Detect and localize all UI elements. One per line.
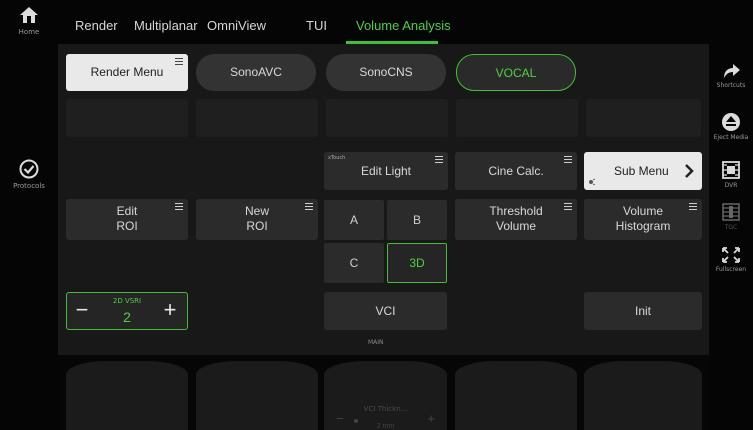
shortcuts-label: Shortcuts xyxy=(716,82,746,89)
tab-omniview[interactable]: OmniView xyxy=(207,18,266,33)
quad-a-label: A xyxy=(349,213,358,227)
quad-3d-label: 3D xyxy=(409,256,425,270)
tab-volume-analysis[interactable]: Volume Analysis xyxy=(356,18,451,33)
threshold-label-line1: Threshold xyxy=(489,204,543,218)
new-roi-label-line1: New xyxy=(244,204,269,218)
dvr-button[interactable]: DVR xyxy=(709,160,753,189)
menu-icon xyxy=(175,203,183,210)
dial-slot xyxy=(455,361,577,430)
main-panel: Render Menu SonoAVC SonoCNS VOCAL xTouch… xyxy=(58,44,709,355)
vocal-label: VOCAL xyxy=(495,66,537,80)
dial-slot xyxy=(196,361,318,430)
protocols-button[interactable]: Protocols xyxy=(0,158,58,190)
new-roi-button[interactable]: New ROI xyxy=(196,199,318,240)
eject-label: Eject Media xyxy=(713,134,749,141)
vci-button[interactable]: VCI xyxy=(324,292,447,330)
fullscreen-button[interactable]: Fullscreen xyxy=(709,246,753,273)
histogram-label-line1: Volume xyxy=(622,204,664,218)
home-label: Home xyxy=(18,28,40,36)
main-label: MAIN xyxy=(368,339,384,346)
cine-calc-label: Cine Calc. xyxy=(488,164,544,178)
increment-button[interactable]: + xyxy=(159,298,181,322)
protocols-label: Protocols xyxy=(13,182,45,190)
render-menu-button[interactable]: Render Menu xyxy=(66,54,188,91)
tab-tui[interactable]: TUI xyxy=(306,18,327,33)
histogram-label-line2: Histogram xyxy=(615,219,671,233)
film-icon xyxy=(722,161,740,179)
menu-icon xyxy=(435,156,443,163)
empty-slot xyxy=(586,99,701,137)
sub-menu-button[interactable]: Sub Menu xyxy=(584,152,702,190)
menu-icon xyxy=(305,203,313,210)
edit-roi-button[interactable]: Edit ROI xyxy=(66,199,188,240)
tab-render[interactable]: Render xyxy=(75,18,118,33)
init-label: Init xyxy=(634,304,651,318)
tab-multiplanar[interactable]: Multiplanar xyxy=(134,18,198,33)
empty-slot xyxy=(196,99,318,137)
fullscreen-icon xyxy=(722,247,740,263)
sub-menu-label: Sub Menu xyxy=(614,164,669,178)
home-icon xyxy=(20,7,38,23)
edit-roi-label-line2: ROI xyxy=(116,219,138,233)
eject-icon xyxy=(722,113,740,131)
empty-slot xyxy=(326,99,448,137)
2d-vsri-stepper[interactable]: − 2D VSRI 2 + xyxy=(66,292,188,330)
quad-b-button[interactable]: B xyxy=(387,200,447,240)
quad-3d-button[interactable]: 3D xyxy=(387,243,447,283)
eject-media-button[interactable]: Eject Media xyxy=(709,112,753,141)
vocal-button[interactable]: VOCAL xyxy=(456,54,576,91)
sonocns-label: SonoCNS xyxy=(359,65,413,79)
left-rail: Home Protocols xyxy=(0,0,58,430)
dvr-label: DVR xyxy=(724,182,738,189)
new-roi-label-line2: ROI xyxy=(246,219,268,233)
touch-gesture-icon xyxy=(589,178,596,186)
volume-histogram-button[interactable]: Volume Histogram xyxy=(584,199,702,240)
share-arrow-icon xyxy=(724,64,740,78)
threshold-volume-button[interactable]: Threshold Volume xyxy=(455,199,577,240)
cine-calc-button[interactable]: Cine Calc. xyxy=(455,152,577,190)
home-button[interactable]: Home xyxy=(0,4,58,36)
empty-slot xyxy=(456,99,578,137)
bottom-dial-row: VCI Thickn... − 2 mm + xyxy=(58,355,709,430)
edit-light-button[interactable]: xTouch Edit Light xyxy=(324,152,448,190)
edit-roi-label-line1: Edit xyxy=(116,204,138,218)
render-menu-label: Render Menu xyxy=(90,65,164,79)
dial-slot xyxy=(66,361,188,430)
init-button[interactable]: Init xyxy=(584,292,702,330)
quad-b-label: B xyxy=(412,213,421,227)
quad-c-label: C xyxy=(349,256,359,270)
empty-slot xyxy=(66,99,188,137)
increment-icon: + xyxy=(427,411,435,426)
sonoavc-button[interactable]: SonoAVC xyxy=(196,54,316,91)
dial-slot xyxy=(584,361,702,430)
shortcuts-button[interactable]: Shortcuts xyxy=(709,62,753,89)
xtouch-label: xTouch xyxy=(328,155,346,161)
quad-c-button[interactable]: C xyxy=(324,243,384,283)
menu-icon xyxy=(564,203,572,210)
tgc-sliders-icon xyxy=(722,203,740,221)
right-rail: Shortcuts Eject Media DVR TGC Fullscreen xyxy=(709,0,753,430)
threshold-label-line2: Volume xyxy=(495,219,537,233)
tgc-button[interactable]: TGC xyxy=(709,202,753,231)
menu-icon xyxy=(564,156,572,163)
vci-thickness-dial[interactable]: VCI Thickn... − 2 mm + xyxy=(324,361,447,430)
top-tab-bar: Render Multiplanar OmniView TUI Volume A… xyxy=(58,0,709,44)
fullscreen-label: Fullscreen xyxy=(715,266,747,273)
checkmark-circle-icon xyxy=(19,159,39,179)
menu-icon xyxy=(689,203,697,210)
quad-a-button[interactable]: A xyxy=(324,200,384,240)
menu-icon xyxy=(175,58,183,65)
sonocns-button[interactable]: SonoCNS xyxy=(326,54,446,91)
vci-label: VCI xyxy=(375,304,396,318)
chevron-right-icon xyxy=(685,164,694,178)
sonoavc-label: SonoAVC xyxy=(230,65,282,79)
tgc-label: TGC xyxy=(724,224,738,231)
